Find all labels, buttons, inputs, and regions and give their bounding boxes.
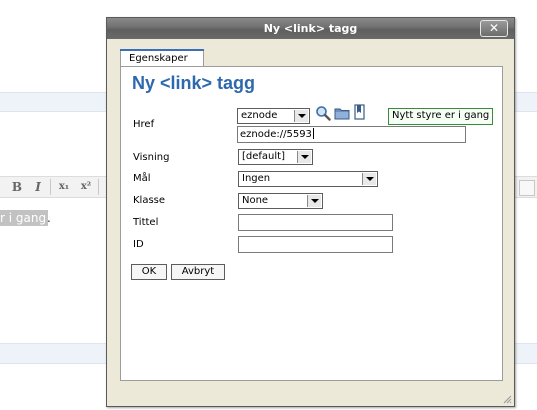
href-url-field[interactable]: eznode://5593 xyxy=(237,126,466,143)
italic-button[interactable]: I xyxy=(30,180,46,194)
visning-value: [default] xyxy=(242,151,285,162)
text-cursor xyxy=(312,128,314,139)
toolbar-separator xyxy=(98,179,99,195)
chevron-down-icon xyxy=(297,151,311,163)
toolbar-button[interactable] xyxy=(519,180,535,196)
search-icon[interactable] xyxy=(315,105,331,121)
editor-text: . xyxy=(47,211,51,225)
visning-label: Visning xyxy=(133,152,170,163)
tab-egenskaper[interactable]: Egenskaper xyxy=(120,49,204,67)
bookmark-icon[interactable] xyxy=(353,104,367,121)
href-type-value: eznode xyxy=(241,110,278,121)
tittel-label: Tittel xyxy=(133,217,159,228)
tittel-field[interactable] xyxy=(238,214,393,231)
maal-label: Mål xyxy=(133,173,151,184)
close-button[interactable]: ✕ xyxy=(480,20,508,37)
resize-grip-icon[interactable] xyxy=(502,394,512,404)
superscript-button[interactable]: x² xyxy=(78,180,94,194)
dialog-title[interactable]: Ny <link> tagg xyxy=(107,18,514,39)
maal-select[interactable]: Ingen xyxy=(238,171,378,187)
folder-icon[interactable] xyxy=(334,106,350,121)
cancel-button[interactable]: Avbryt xyxy=(171,264,225,280)
chevron-down-icon xyxy=(294,110,308,122)
href-url-value: eznode://5593 xyxy=(240,129,312,140)
page-title: Ny <link> tagg xyxy=(132,73,256,93)
href-type-select[interactable]: eznode xyxy=(237,108,310,124)
visning-select[interactable]: [default] xyxy=(238,149,313,165)
id-label: ID xyxy=(133,239,144,250)
chevron-down-icon xyxy=(362,173,376,185)
chevron-down-icon xyxy=(307,195,321,207)
bold-button[interactable]: B xyxy=(9,180,25,194)
selected-text: r i gang xyxy=(0,210,49,226)
properties-panel: Ny <link> tagg Href eznode Nytt styre er… xyxy=(120,66,503,381)
id-field[interactable] xyxy=(238,236,393,253)
link-dialog: Ny <link> tagg ✕ Egenskaper Ny <link> ta… xyxy=(106,17,515,407)
href-label: Href xyxy=(133,119,155,130)
klasse-value: None xyxy=(242,195,269,206)
toolbar-separator xyxy=(50,179,51,195)
maal-value: Ingen xyxy=(242,173,271,184)
klasse-select[interactable]: None xyxy=(238,193,323,209)
subscript-button[interactable]: x₁ xyxy=(56,180,72,194)
href-tooltip: Nytt styre er i gang xyxy=(388,108,494,125)
klasse-label: Klasse xyxy=(133,195,166,206)
ok-button[interactable]: OK xyxy=(131,264,167,280)
